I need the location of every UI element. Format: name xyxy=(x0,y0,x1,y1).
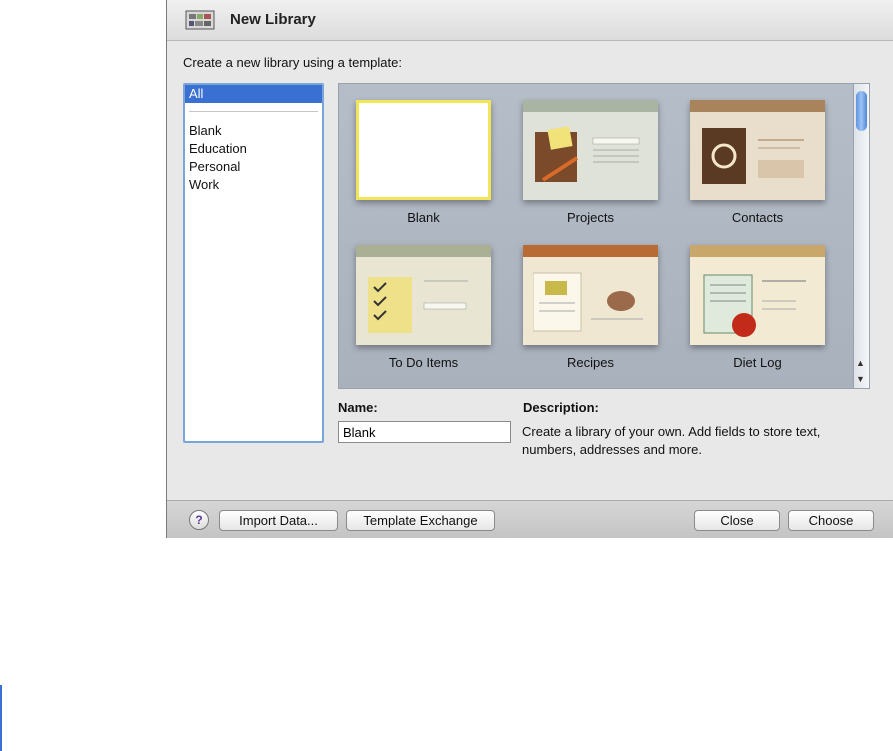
template-band xyxy=(690,100,825,112)
projects-illustration-icon xyxy=(535,126,640,182)
template-band xyxy=(356,245,491,257)
import-data-button[interactable]: Import Data... xyxy=(219,510,338,531)
choose-button[interactable]: Choose xyxy=(788,510,874,531)
category-item-education[interactable]: Education xyxy=(189,141,247,156)
template-label: Projects xyxy=(567,210,614,225)
template-thumbnail[interactable] xyxy=(356,245,491,345)
scroll-up-arrow-icon[interactable]: ▲ xyxy=(856,358,865,368)
title-bar: New Library xyxy=(167,0,893,41)
template-band xyxy=(523,100,658,112)
close-button[interactable]: Close xyxy=(694,510,780,531)
template-exchange-button[interactable]: Template Exchange xyxy=(346,510,495,531)
library-shelf-icon xyxy=(185,10,215,35)
new-library-dialog: New Library Create a new library using a… xyxy=(166,0,893,538)
gallery-scrollbar[interactable]: ▲ ▼ xyxy=(853,84,869,388)
template-band xyxy=(523,245,658,257)
scrollbar-thumb[interactable] xyxy=(856,91,867,131)
template-label: Contacts xyxy=(731,210,784,225)
dialog-title: New Library xyxy=(230,11,316,28)
category-item-personal[interactable]: Personal xyxy=(189,159,240,174)
category-item-work[interactable]: Work xyxy=(189,177,219,192)
template-label: Blank xyxy=(407,210,440,225)
template-label: To Do Items xyxy=(388,355,459,370)
template-thumbnail[interactable] xyxy=(523,100,658,200)
category-divider xyxy=(189,111,318,112)
diet-log-illustration-icon xyxy=(703,274,806,337)
help-button[interactable]: ? xyxy=(189,510,209,530)
category-item-all[interactable]: All xyxy=(185,85,322,103)
template-label: Recipes xyxy=(567,355,614,370)
template-label: Diet Log xyxy=(733,355,782,370)
category-list[interactable]: All Blank Education Personal Work xyxy=(183,83,324,443)
contacts-illustration-icon xyxy=(702,128,804,184)
button-bar: ? Import Data... Template Exchange Close… xyxy=(167,500,893,538)
description-text: Create a library of your own. Add fields… xyxy=(522,424,821,457)
template-gallery[interactable]: Blank Projects Contacts To Do Items Reci… xyxy=(338,83,870,389)
name-input[interactable] xyxy=(338,421,511,443)
instruction-text: Create a new library using a template: xyxy=(183,55,402,70)
todo-illustration-icon xyxy=(368,277,468,333)
template-thumbnail[interactable] xyxy=(523,245,658,345)
category-item-blank[interactable]: Blank xyxy=(189,123,222,138)
name-label: Name: xyxy=(338,400,378,415)
scroll-down-arrow-icon[interactable]: ▼ xyxy=(856,374,865,384)
description-label: Description: xyxy=(523,400,599,415)
template-thumbnail[interactable] xyxy=(690,245,825,345)
template-thumbnail[interactable] xyxy=(690,100,825,200)
template-thumbnail[interactable] xyxy=(356,100,491,200)
recipes-illustration-icon xyxy=(533,272,643,332)
template-band xyxy=(690,245,825,257)
page-edge-marker xyxy=(0,685,2,751)
